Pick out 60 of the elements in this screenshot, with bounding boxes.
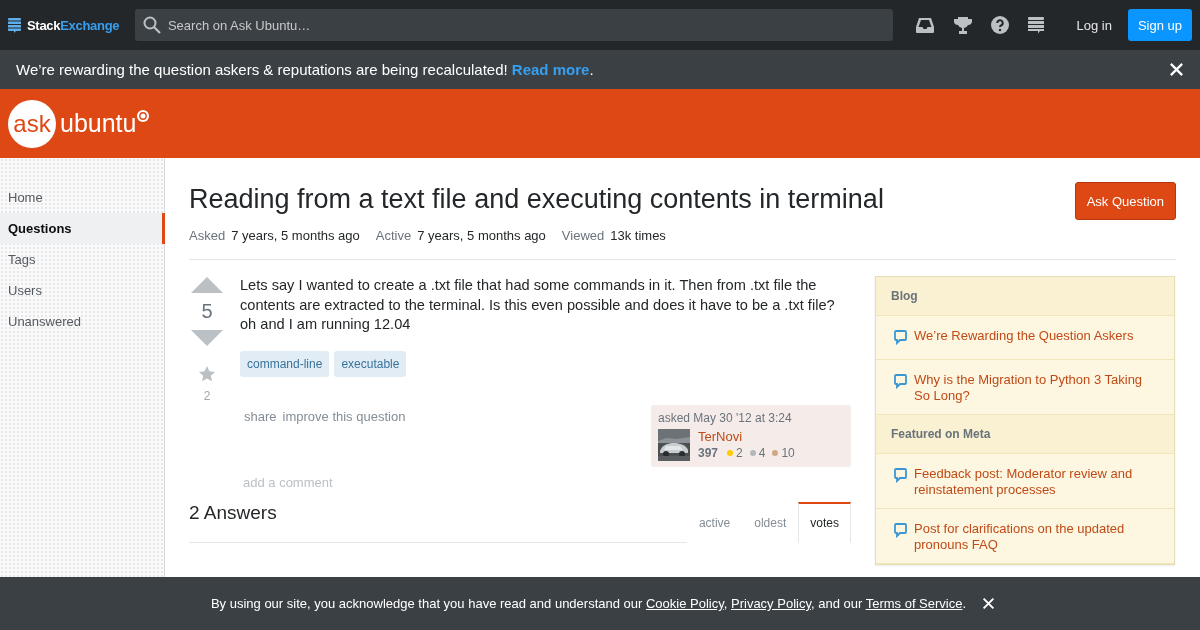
answers-heading: 2 Answers <box>189 501 277 524</box>
meta-value: 7 years, 5 months ago <box>417 228 546 243</box>
logo-text: ask <box>13 109 51 138</box>
search-icon <box>142 16 161 34</box>
meta-value: 7 years, 5 months ago <box>231 228 360 243</box>
badge-count: 4 <box>758 445 766 460</box>
vote-count: 5 <box>201 300 213 323</box>
widget-heading: Blog <box>876 277 1174 316</box>
widget-link[interactable]: Why is the Migration to Python 3 Taking So Long? <box>914 372 1159 404</box>
nav-item[interactable]: Unanswered <box>0 306 165 337</box>
meta-label: Active <box>375 228 412 243</box>
meta-label: Viewed <box>561 228 605 243</box>
widget-link[interactable]: Feedback post: Moderator review and reinstatement processes <box>914 466 1159 498</box>
nav-item[interactable]: Questions <box>0 213 165 244</box>
meta-value: 13k times <box>610 228 666 243</box>
search-field[interactable]: Search on Ask Ubuntu… <box>134 9 893 41</box>
badge-count: 10 <box>781 445 795 460</box>
widget-heading: Featured on Meta <box>876 415 1174 454</box>
stack-logo-icon <box>8 17 21 33</box>
speech-bubble-icon <box>894 468 907 483</box>
read-more-link[interactable]: Read more <box>511 61 590 78</box>
policy-link[interactable]: Privacy Policy <box>731 596 811 611</box>
nav-item[interactable]: Tags <box>0 244 165 275</box>
post-action-link[interactable]: improve this question <box>282 408 406 424</box>
sort-tab[interactable]: votes <box>798 501 851 543</box>
stack-menu-icon[interactable] <box>1026 16 1045 34</box>
post-action-link[interactable]: share <box>244 408 277 424</box>
circle-of-friends-icon <box>136 109 151 123</box>
widget-link[interactable]: Post for clarifications on the updated pronouns FAQ <box>914 521 1159 553</box>
tag[interactable]: command-line <box>240 350 330 377</box>
favorite-count: 2 <box>203 389 211 403</box>
close-icon[interactable] <box>982 597 996 610</box>
help-icon[interactable] <box>990 16 1009 34</box>
widget-link[interactable]: We’re Rewarding the Question Askers <box>914 328 1134 349</box>
cookie-notice: By using our site, you acknowledge that you have read and understand our Cookie Policy, Privacy Policy, and our Terms of Service. <box>210 596 967 611</box>
user-name[interactable]: TerNovi <box>698 428 795 444</box>
close-icon[interactable] <box>1169 62 1184 77</box>
login-link[interactable]: Log in <box>1076 17 1112 33</box>
asked-time: asked May 30 '12 at 3:24 <box>658 410 793 425</box>
nav-item[interactable]: Home <box>0 182 165 213</box>
star-icon[interactable] <box>198 365 216 383</box>
question-body: Lets say I wanted to create a .txt file that had some commands in it. Then from .txt file the contents are extracted to the terminal. Is this even possible and does it have to be a .txt file? oh and I am running 12.04 <box>240 276 836 334</box>
site-name[interactable]: ubuntu <box>60 109 137 138</box>
badge-count: 2 <box>736 445 743 460</box>
nav-item[interactable]: Users <box>0 275 165 306</box>
meta-label: Asked <box>189 228 226 243</box>
logo-bubble[interactable]: ask <box>8 99 56 148</box>
reputation: 397 <box>698 445 719 460</box>
announcement-text: We’re rewarding the question askers & reputations are being recalculated! Read more. <box>16 61 594 78</box>
question-title[interactable]: Reading from a text file and executing contents in terminal <box>189 182 884 216</box>
ask-question-button[interactable]: Ask Question <box>1074 182 1176 220</box>
speech-bubble-icon <box>894 523 907 538</box>
tag[interactable]: executable <box>334 350 407 377</box>
site-logo-text[interactable]: StackExchange <box>27 17 120 33</box>
speech-bubble-icon <box>894 374 907 389</box>
trophy-icon[interactable] <box>952 16 973 34</box>
speech-bubble-icon <box>894 330 907 345</box>
inbox-icon[interactable] <box>914 16 935 34</box>
policy-link[interactable]: Cookie Policy <box>645 596 724 611</box>
signup-button[interactable]: Sign up <box>1127 9 1192 41</box>
